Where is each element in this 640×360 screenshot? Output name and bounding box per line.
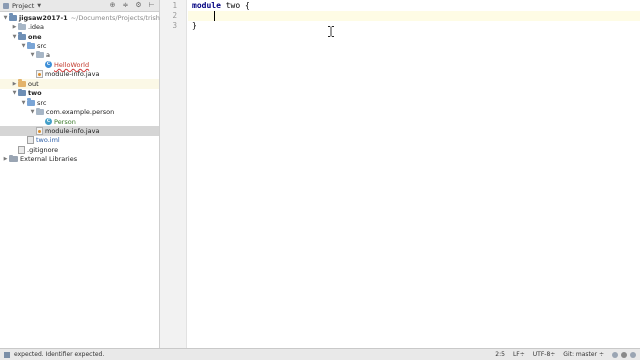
tree-item-label: HelloWorld [54, 60, 90, 69]
expand-arrow-icon[interactable]: ▼ [29, 109, 36, 115]
status-message: expected. Identifier expected. [14, 351, 105, 358]
tree-item-label: out [28, 79, 39, 88]
lock-icon[interactable] [612, 351, 618, 358]
tree-item-label: module-info.java [45, 126, 100, 135]
tree-item[interactable]: C HelloWorld [0, 60, 159, 69]
folder-icon [18, 79, 26, 87]
project-panel: Project ▼ ⊕ ≑ ⚙ ⊢ ▼ jigsaw2017-1 ~/Documen… [0, 0, 168, 348]
caret-position[interactable]: 2:5 [495, 351, 505, 358]
java-class-icon: C [45, 61, 52, 69]
line-number: 2 [172, 11, 177, 20]
code-text: two { [220, 1, 250, 10]
tree-item[interactable]: module-info.java [0, 70, 159, 79]
folder-icon [18, 22, 26, 31]
line-number: 1 [172, 1, 177, 10]
collapse-all-icon[interactable]: ≑ [121, 1, 130, 10]
project-path: ~/Documents/Projects/trishag [70, 13, 169, 22]
text-caret [214, 11, 215, 21]
folder-icon [27, 98, 35, 106]
tree-item[interactable]: ▼ com.example.person [0, 107, 159, 116]
collapse-arrow-icon[interactable]: ▶ [11, 81, 18, 87]
folder-icon [18, 88, 26, 97]
event-log-icon[interactable] [630, 351, 636, 358]
expand-arrow-icon[interactable]: ▼ [11, 90, 18, 96]
tree-item-label: Person [54, 117, 76, 126]
code-line[interactable]: module two { [192, 1, 250, 11]
folder-icon [27, 41, 35, 50]
collapse-arrow-icon[interactable]: ▶ [11, 24, 18, 30]
expand-arrow-icon[interactable]: ▼ [2, 15, 9, 21]
inspector-icon[interactable] [621, 351, 627, 358]
java-file-icon [36, 70, 43, 79]
code-editor[interactable]: 1 2 3 module two { } [160, 0, 640, 348]
tree-item[interactable]: .gitignore [0, 145, 159, 154]
expand-arrow-icon[interactable]: ▼ [20, 43, 27, 49]
folder-icon [18, 32, 26, 40]
ibeam-cursor-icon [328, 26, 334, 37]
tool-windows-icon[interactable] [4, 351, 10, 358]
chevron-down-icon[interactable]: ▼ [37, 3, 41, 9]
tree-item[interactable]: two.iml [0, 136, 159, 145]
tree-item[interactable]: ▼ two [0, 88, 159, 98]
status-bar: expected. Identifier expected. 2:5 LF÷ U… [0, 348, 640, 360]
java-class-icon: C [45, 118, 52, 126]
folder-icon [36, 50, 44, 59]
text-file-icon [18, 145, 25, 154]
collapse-arrow-icon[interactable]: ▶ [2, 156, 9, 162]
tree-item[interactable]: ▼ one [0, 32, 159, 41]
project-view-icon [3, 2, 9, 9]
code-line[interactable] [192, 11, 211, 21]
tree-item-label: src [37, 42, 47, 51]
tree-item-label: one [28, 32, 42, 41]
tree-item[interactable]: ▼ a [0, 50, 159, 60]
folder-icon [9, 13, 17, 21]
hide-panel-icon[interactable]: ⊢ [147, 1, 156, 10]
current-line-highlight [188, 11, 640, 21]
expand-arrow-icon[interactable]: ▼ [11, 34, 18, 40]
line-separator[interactable]: LF÷ [513, 351, 525, 358]
expand-arrow-icon[interactable]: ▼ [29, 52, 36, 58]
tree-item[interactable]: module-info.java [0, 126, 159, 136]
tree-item-label: External Libraries [20, 155, 78, 164]
tree-item-label: .idea [28, 23, 44, 32]
tree-item-label: jigsaw2017-1 [19, 13, 68, 22]
folder-icon [36, 107, 44, 116]
expand-arrow-icon[interactable]: ▼ [20, 100, 27, 106]
project-panel-header[interactable]: Project ▼ ⊕ ≑ ⚙ ⊢ [0, 0, 159, 12]
tree-item[interactable]: C Person [0, 117, 159, 126]
tree-item[interactable]: ▶ .idea [0, 22, 159, 31]
tree-item[interactable]: ▶ External Libraries [0, 154, 159, 164]
module-file-icon [27, 136, 34, 145]
keyword: module [192, 1, 221, 10]
folder-icon [9, 154, 18, 163]
editor-gutter[interactable]: 1 2 3 [160, 0, 187, 348]
line-number: 3 [172, 21, 177, 30]
tree-item[interactable]: ▶ out [0, 79, 159, 89]
tree-item[interactable]: ▼ jigsaw2017-1 ~/Documents/Projects/trisha… [0, 13, 168, 22]
gear-icon[interactable]: ⚙ [134, 1, 143, 10]
tree-item-label: two.iml [36, 136, 60, 145]
tree-item[interactable]: ▼ src [0, 98, 159, 107]
file-encoding[interactable]: UTF-8÷ [533, 351, 556, 358]
tree-item-label: a [46, 51, 50, 60]
java-file-icon [36, 126, 43, 135]
panel-toolbar: ⊕ ≑ ⚙ ⊢ [108, 1, 156, 10]
tree-item[interactable]: ▼ src [0, 41, 159, 50]
tree-item-label: com.example.person [46, 108, 115, 117]
scroll-from-source-icon[interactable]: ⊕ [108, 1, 117, 10]
tree-item-label: two [28, 89, 42, 98]
tree-item-label: src [37, 98, 47, 107]
tree-item-label: .gitignore [27, 145, 59, 154]
project-tree: ▼ jigsaw2017-1 ~/Documents/Projects/trisha… [0, 12, 168, 164]
tree-item-label: module-info.java [45, 70, 100, 79]
project-panel-title[interactable]: Project [12, 2, 34, 10]
code-text: } [192, 21, 197, 30]
vcs-branch[interactable]: Git: master ÷ [563, 351, 604, 358]
code-line[interactable]: } [192, 21, 197, 31]
